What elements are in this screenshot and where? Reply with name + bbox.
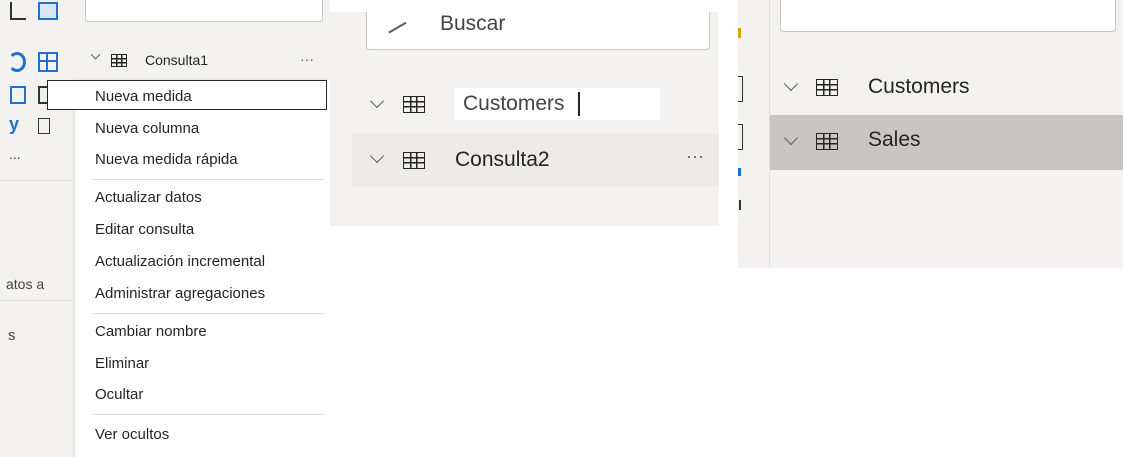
search-placeholder: Buscar xyxy=(440,12,506,35)
more-options-icon[interactable]: ··· xyxy=(300,51,314,67)
strip-dash xyxy=(739,200,741,210)
matrix-icon[interactable] xyxy=(38,52,58,72)
truncated-label-2: s xyxy=(8,327,16,344)
menu-item-administrar-agregaciones[interactable]: Administrar agregaciones xyxy=(95,285,265,302)
search-input[interactable] xyxy=(366,12,710,50)
chevron-down-icon[interactable] xyxy=(369,93,385,109)
search-input[interactable] xyxy=(780,0,1116,32)
context-menu: Nueva medida Nueva columna Nueva medida … xyxy=(47,80,330,457)
menu-separator xyxy=(93,313,325,314)
menu-separator xyxy=(93,414,325,415)
strip-divider xyxy=(0,180,72,181)
chevron-down-icon[interactable] xyxy=(369,148,385,164)
menu-item-nueva-medida[interactable]: Nueva medida xyxy=(95,88,192,105)
table-icon xyxy=(403,96,425,113)
tree-item-label: Customers xyxy=(868,75,970,98)
table-icon xyxy=(816,133,838,150)
search-input[interactable] xyxy=(85,0,323,22)
menu-item-nueva-columna[interactable]: Nueva columna xyxy=(95,120,199,137)
fields-pane-context-menu-panel: y ... atos a s Consulta1 ··· Nueva medid… xyxy=(0,0,330,457)
rename-input[interactable]: Customers xyxy=(455,88,660,120)
tree-item-consulta2[interactable]: Consulta2 ··· xyxy=(352,134,719,186)
menu-item-cambiar-nombre[interactable]: Cambiar nombre xyxy=(95,323,207,340)
accent-blue-mark xyxy=(738,168,741,176)
menu-item-actualizar-datos[interactable]: Actualizar datos xyxy=(95,189,202,206)
text-cursor xyxy=(578,92,580,116)
rename-input-value: Customers xyxy=(463,92,565,115)
tree-item-label: Sales xyxy=(868,128,921,151)
python-visual-icon[interactable]: y xyxy=(9,114,19,135)
table-icon xyxy=(816,79,838,96)
strip-divider-2 xyxy=(0,300,72,301)
truncated-label: atos a xyxy=(6,276,45,292)
fields-pane-rename-panel: Buscar Customers Consulta2 ··· xyxy=(330,12,719,226)
more-visuals-ellipsis[interactable]: ... xyxy=(9,146,21,162)
table-icon xyxy=(403,152,425,169)
fields-pane-result-panel: Customers Sales xyxy=(738,0,1123,268)
tree-item-label: Consulta2 xyxy=(455,148,550,171)
tree-item-sales[interactable]: Sales xyxy=(770,115,1123,170)
table-icon xyxy=(111,54,127,67)
table-viz-icon[interactable] xyxy=(10,86,26,104)
donut-chart-icon[interactable] xyxy=(8,52,26,72)
bracket-icon xyxy=(738,76,743,102)
menu-item-ver-ocultos[interactable]: Ver ocultos xyxy=(95,426,169,443)
bar-chart-icon[interactable] xyxy=(10,2,26,20)
narrative-icon[interactable] xyxy=(38,118,50,134)
bracket-icon xyxy=(738,124,743,150)
more-options-icon[interactable]: ··· xyxy=(686,146,704,167)
tree-item-label: Consulta1 xyxy=(145,52,209,68)
menu-item-ocultar[interactable]: Ocultar xyxy=(95,386,143,403)
chevron-down-icon[interactable] xyxy=(90,49,101,60)
menu-separator xyxy=(93,179,325,180)
menu-item-eliminar[interactable]: Eliminar xyxy=(95,355,149,372)
waterfall-chart-icon[interactable] xyxy=(38,2,58,20)
tree-item-customers[interactable]: Customers xyxy=(770,66,1123,110)
chevron-down-icon[interactable] xyxy=(783,130,799,146)
menu-item-editar-consulta[interactable]: Editar consulta xyxy=(95,221,194,238)
chevron-down-icon[interactable] xyxy=(783,76,799,92)
menu-item-nueva-medida-rapida[interactable]: Nueva medida rápida xyxy=(95,151,238,168)
tree-item-consulta1[interactable]: Consulta1 ··· xyxy=(86,47,330,75)
accent-yellow-mark xyxy=(738,28,741,38)
visualizations-strip: y ... atos a s xyxy=(0,0,72,457)
menu-item-actualizacion-incremental[interactable]: Actualización incremental xyxy=(95,253,265,270)
